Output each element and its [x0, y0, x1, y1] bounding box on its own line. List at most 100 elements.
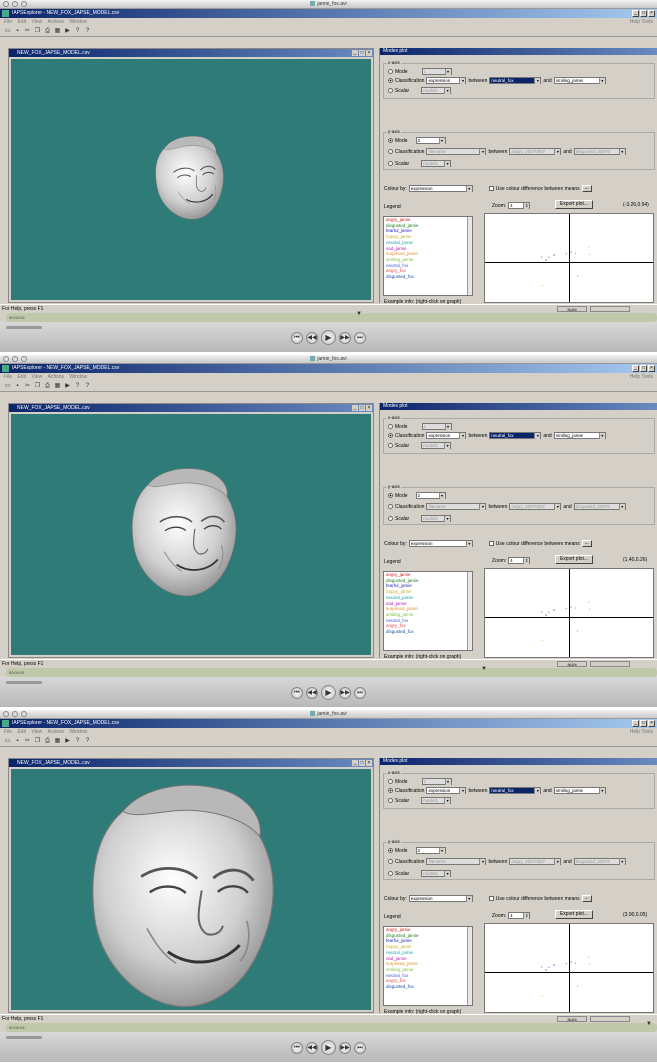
zoom-spinner[interactable]: 4 ⇕	[508, 202, 531, 209]
x-mode-radio[interactable]	[388, 424, 393, 429]
context-help-icon[interactable]: ?	[84, 383, 91, 390]
volume-slider[interactable]	[6, 1036, 42, 1039]
seek-handle-icon[interactable]: ▼	[481, 666, 487, 672]
menu-window[interactable]: Window	[69, 729, 87, 735]
menu-actions[interactable]: Actions	[48, 19, 64, 25]
data-point[interactable]: +	[565, 607, 567, 611]
y-and-select[interactable]: disgusted_20070 ▾	[573, 148, 626, 155]
data-point[interactable]: •	[541, 610, 542, 614]
x-classification-select[interactable]: expression ▾	[426, 77, 467, 84]
legend-item[interactable]: disgusted_fox	[385, 629, 472, 635]
print-icon[interactable]: ⎙	[44, 738, 51, 745]
rewind-icon[interactable]: ◀◀	[306, 686, 318, 699]
save-icon[interactable]: ▪	[14, 738, 21, 745]
save-icon[interactable]: ▪	[14, 28, 21, 35]
minimize-icon[interactable]: _	[632, 10, 639, 17]
data-point[interactable]: +	[541, 284, 543, 288]
close-icon[interactable]: ×	[648, 10, 655, 17]
y-scalar-select[interactable]: model1 ▾	[421, 515, 452, 522]
x-scalar-radio[interactable]	[388, 88, 393, 93]
colour-diff-button[interactable]: ...	[581, 185, 592, 192]
menu-window[interactable]: Window	[69, 374, 87, 380]
fast-forward-icon[interactable]: ▶▶	[339, 1041, 351, 1054]
menu-edit[interactable]: Edit	[17, 19, 26, 25]
data-point[interactable]: •	[575, 251, 576, 255]
y-classification-select[interactable]: filename ▾	[426, 148, 487, 155]
data-point[interactable]: *	[548, 611, 550, 615]
seek-bar[interactable]: 00:00:04 ▼	[6, 1021, 657, 1032]
grid-icon[interactable]: ▦	[54, 383, 61, 390]
y-mode-radio[interactable]	[388, 848, 393, 853]
y-mode-select[interactable]: 2 ▾	[415, 492, 446, 499]
close-icon[interactable]: ×	[648, 365, 655, 372]
data-point[interactable]: x	[553, 963, 555, 967]
data-point[interactable]: +	[541, 639, 543, 643]
rewind-icon[interactable]: ◀◀	[306, 1041, 318, 1054]
data-point[interactable]: •	[588, 955, 589, 959]
x-classification-radio[interactable]	[388, 78, 393, 83]
y-classification-radio[interactable]	[388, 149, 393, 154]
data-point[interactable]: x	[570, 605, 572, 609]
print-icon[interactable]: ⎙	[44, 28, 51, 35]
data-point[interactable]: *	[548, 966, 550, 970]
grid-icon[interactable]: ▦	[54, 28, 61, 35]
menu-window[interactable]: Window	[69, 19, 87, 25]
legend-scrollbar[interactable]	[467, 217, 472, 295]
help-icon[interactable]: ?	[74, 28, 81, 35]
zoom-spinner[interactable]: 4 ⇕	[508, 912, 531, 919]
x-scalar-radio[interactable]	[388, 798, 393, 803]
maximize-icon[interactable]: □	[640, 365, 647, 372]
x-classification-radio[interactable]	[388, 433, 393, 438]
minimize-icon[interactable]: _	[352, 760, 358, 766]
menu-actions[interactable]: Actions	[48, 374, 64, 380]
previous-icon[interactable]: ⏮	[291, 686, 303, 699]
data-point[interactable]: x	[545, 613, 547, 617]
face-model[interactable]	[11, 769, 371, 1010]
colour-diff-checkbox[interactable]	[488, 896, 494, 901]
face-model[interactable]	[11, 414, 371, 655]
run-icon[interactable]: ▶	[64, 738, 71, 745]
menu-view[interactable]: View	[31, 729, 42, 735]
copy-icon[interactable]: ❐	[34, 383, 41, 390]
y-scalar-select[interactable]: model1 ▾	[421, 160, 452, 167]
close-icon[interactable]: ×	[366, 760, 372, 766]
maximize-icon[interactable]: □	[359, 760, 365, 766]
data-point[interactable]: *	[589, 963, 591, 967]
y-scalar-radio[interactable]	[388, 516, 393, 521]
y-between-select[interactable]: angry_20070607 ▾	[509, 503, 562, 510]
next-icon[interactable]: ⏭	[354, 686, 366, 699]
data-point[interactable]: x	[570, 250, 572, 254]
data-point[interactable]: +	[565, 252, 567, 256]
legend-list[interactable]: angry_jamie disgusted_jamie fearful_jamie h…	[383, 216, 473, 296]
x-classification-radio[interactable]	[388, 788, 393, 793]
colour-by-select[interactable]: expression ▾	[408, 895, 473, 902]
data-point[interactable]: •	[541, 255, 542, 259]
minimize-icon[interactable]: _	[632, 365, 639, 372]
data-point[interactable]: +	[541, 994, 543, 998]
y-mode-select[interactable]: 2 ▾	[415, 847, 446, 854]
play-icon[interactable]: ▶	[321, 330, 336, 345]
colour-diff-button[interactable]: ...	[581, 540, 592, 547]
maximize-icon[interactable]: □	[640, 10, 647, 17]
data-point[interactable]: *	[548, 256, 550, 260]
x-scalar-select[interactable]: model1 ▾	[421, 442, 452, 449]
seek-bar[interactable]: 00:00:02 ▼	[6, 311, 657, 322]
y-between-select[interactable]: angry_20070607 ▾	[509, 858, 562, 865]
help-icon[interactable]: ?	[74, 383, 81, 390]
next-icon[interactable]: ⏭	[354, 1041, 366, 1054]
y-classification-radio[interactable]	[388, 504, 393, 509]
context-help-icon[interactable]: ?	[84, 738, 91, 745]
y-mode-select[interactable]: 2 ▾	[415, 137, 446, 144]
cut-icon[interactable]: ✂	[24, 738, 31, 745]
copy-icon[interactable]: ❐	[34, 738, 41, 745]
colour-diff-checkbox[interactable]	[488, 186, 494, 191]
x-scalar-radio[interactable]	[388, 443, 393, 448]
y-classification-select[interactable]: filename ▾	[426, 503, 487, 510]
data-point[interactable]: +	[565, 962, 567, 966]
open-icon[interactable]: ▭	[4, 28, 11, 35]
menu-help[interactable]: Help Tools	[630, 18, 653, 26]
x-between-select[interactable]: neutral_fox ▾	[489, 432, 542, 439]
y-and-select[interactable]: disgusted_20070 ▾	[573, 503, 626, 510]
open-icon[interactable]: ▭	[4, 383, 11, 390]
menu-file[interactable]: File	[4, 374, 12, 380]
